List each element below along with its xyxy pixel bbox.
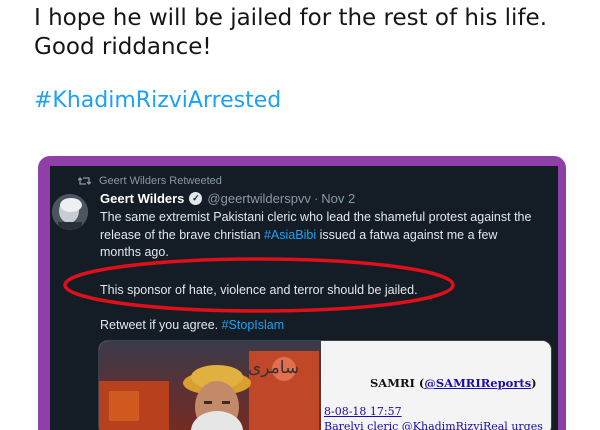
- document-title-link: @SAMRIReports: [424, 376, 532, 390]
- post-text: I hope he will be jailed for the rest of…: [34, 4, 547, 62]
- tweet-date[interactable]: Nov 2: [321, 191, 355, 206]
- retweeted-by-bar: Geert Wilders Retweeted: [78, 175, 222, 187]
- document-title: SAMRI (@SAMRIReports): [370, 376, 537, 390]
- author-name[interactable]: Geert Wilders: [100, 191, 184, 206]
- verified-badge-icon: ✓: [189, 192, 203, 205]
- document-title-start: SAMRI (: [370, 376, 425, 390]
- retweet-request-line: Retweet if you agree. #StopIslam: [100, 318, 284, 332]
- red-annotation-ellipse: [63, 257, 455, 313]
- separator-dot: ·: [313, 191, 319, 206]
- document-date: 8-08-18 17:57: [324, 405, 402, 418]
- urdu-heading: سامری: [248, 358, 300, 378]
- document-title-end: ): [531, 376, 537, 390]
- stopislam-hashtag[interactable]: #StopIslam: [222, 318, 285, 332]
- author-handle[interactable]: @geertwilderspvv: [207, 191, 311, 206]
- post-text-line-1: I hope he will be jailed for the rest of…: [34, 5, 548, 31]
- retweeted-by-label: Geert Wilders Retweeted: [99, 175, 222, 187]
- asiabibi-hashtag[interactable]: #AsiaBibi: [264, 228, 316, 242]
- post-text-line-2: Good riddance!: [34, 34, 212, 60]
- document-snippet: Barelvi cleric @KhadimRizviReal urges: [324, 420, 543, 430]
- author-row: Geert Wilders ✓ @geertwilderspvv · Nov 2: [100, 191, 355, 206]
- avatar[interactable]: [52, 194, 88, 230]
- cleric-photo: [99, 341, 331, 430]
- retweet-request-text: Retweet if you agree.: [100, 318, 222, 332]
- hashtag-link[interactable]: #KhadimRizviArrested: [34, 88, 281, 113]
- retweet-icon: [78, 177, 91, 185]
